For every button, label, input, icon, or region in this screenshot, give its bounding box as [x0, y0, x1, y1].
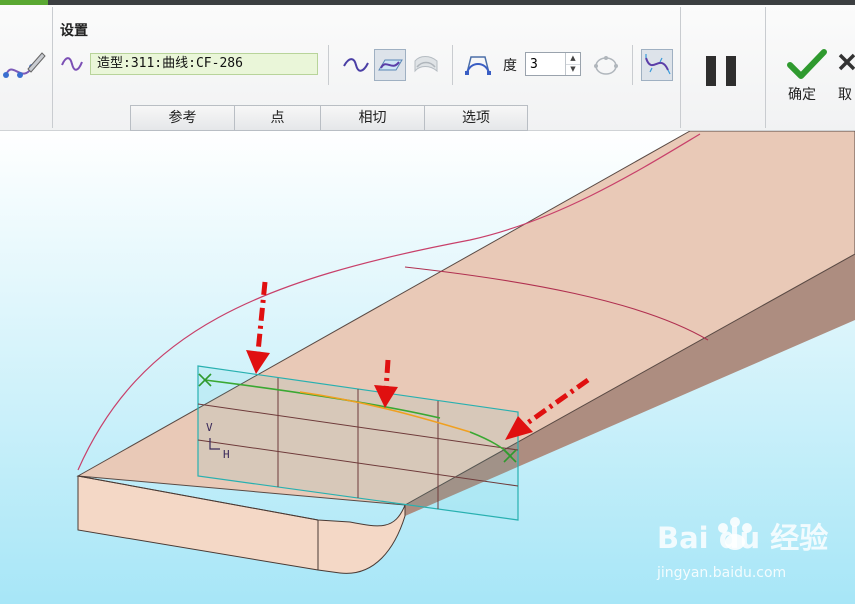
panel-tabs: 参考 点 相切 选项: [130, 105, 528, 131]
curve-reference-field[interactable]: 造型:311:曲线:CF-286: [90, 53, 318, 75]
degree-label: 度: [503, 58, 517, 74]
free-curve-icon[interactable]: [340, 49, 372, 81]
degree-input[interactable]: [526, 53, 568, 75]
pause-icon: [726, 56, 736, 86]
separator: [680, 7, 681, 128]
panel-title: 设置: [60, 23, 88, 39]
control-point-curve-icon[interactable]: [462, 49, 494, 81]
planar-curve-icon: [378, 59, 403, 71]
curvature-analysis-button[interactable]: [641, 49, 673, 81]
style-curve-tool-icon[interactable]: [2, 45, 46, 89]
pause-icon: [706, 56, 716, 86]
separator: [452, 45, 453, 85]
tab-options[interactable]: 选项: [424, 105, 528, 131]
cos-curve-icon[interactable]: [410, 49, 442, 81]
cancel-button[interactable]: 取: [836, 47, 855, 109]
separator: [328, 45, 329, 85]
ribbon-toolbar: 设置 造型:311:曲线:CF-286 度 ▲ ▼: [0, 5, 855, 131]
ok-button[interactable]: 确定: [786, 47, 828, 109]
spin-down-icon[interactable]: ▼: [566, 64, 580, 75]
separator: [632, 45, 633, 85]
watermark-brand: Bai du 经验: [657, 521, 829, 555]
planar-curve-button[interactable]: [374, 49, 406, 81]
cancel-label: 取: [838, 87, 852, 103]
degree-spinner-arrows[interactable]: ▲ ▼: [565, 53, 580, 75]
tab-references[interactable]: 参考: [130, 105, 234, 131]
watermark-url: jingyan.baidu.com: [657, 565, 787, 581]
degree-spinner[interactable]: ▲ ▼: [525, 52, 581, 76]
tab-tangency[interactable]: 相切: [320, 105, 424, 131]
curvature-icon: [645, 54, 671, 75]
closed-curve-icon[interactable]: [590, 49, 622, 81]
pause-button[interactable]: [706, 56, 738, 86]
curve-icon: [61, 57, 83, 71]
ok-label: 确定: [788, 87, 816, 103]
tab-points[interactable]: 点: [234, 105, 320, 131]
checkmark-icon: [787, 49, 827, 79]
axis-h-label: H: [223, 448, 230, 461]
separator: [765, 7, 766, 128]
axis-v-label: V: [206, 421, 213, 434]
separator: [52, 7, 53, 128]
close-icon: [838, 53, 855, 71]
